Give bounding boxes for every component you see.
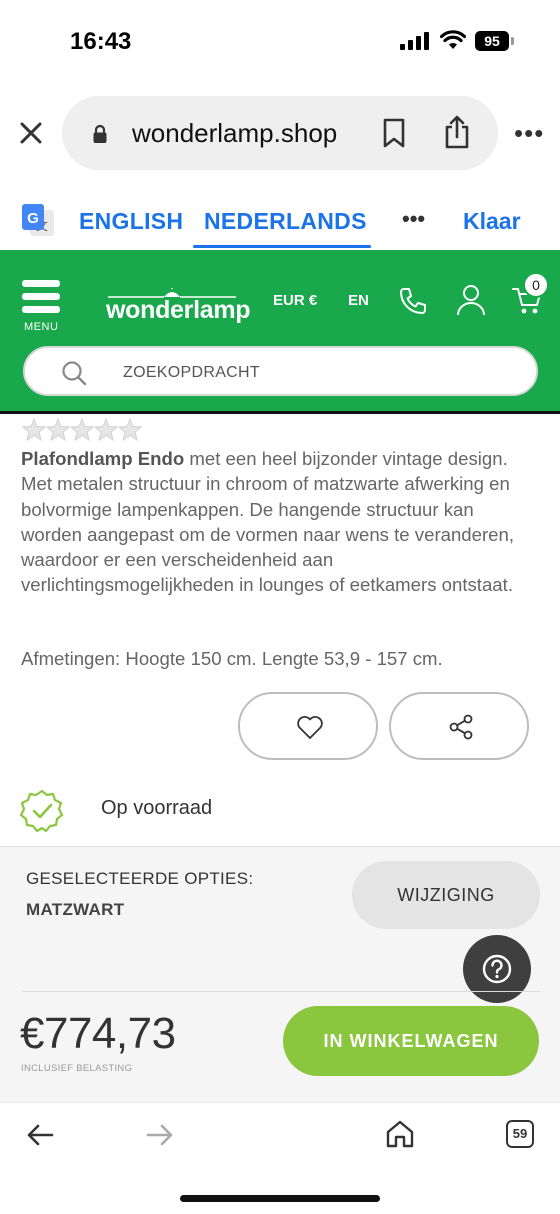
- lock-icon: [93, 124, 107, 143]
- menu-icon: [22, 280, 60, 287]
- user-icon[interactable]: [456, 284, 486, 316]
- star-icon: [69, 418, 95, 442]
- status-time: 16:43: [70, 28, 132, 55]
- battery-tip: [511, 37, 514, 45]
- product-description-text: met een heel bijzonder vintage design. M…: [21, 448, 515, 596]
- browser-address-bar: wonderlamp.shop •••: [0, 94, 560, 172]
- close-icon[interactable]: [16, 118, 46, 148]
- share-nodes-icon: [449, 714, 473, 740]
- more-icon[interactable]: •••: [514, 118, 544, 149]
- translate-bar: 文 G ENGLISH NEDERLANDS ••• Klaar: [0, 190, 560, 250]
- in-stock-badge-icon: [20, 789, 64, 833]
- product-description: Plafondlamp Endo met een heel bijzonder …: [21, 446, 531, 598]
- menu-label: MENU: [24, 321, 59, 333]
- search-input[interactable]: ZOEKOPDRACHT: [23, 346, 538, 396]
- product-dimensions: Afmetingen: Hoogte 150 cm. Lengte 53,9 -…: [21, 648, 443, 669]
- url-field[interactable]: wonderlamp.shop: [62, 96, 498, 170]
- product-name: Plafondlamp Endo: [21, 448, 185, 469]
- translate-tab-english[interactable]: ENGLISH: [79, 208, 183, 235]
- help-button[interactable]: [463, 935, 531, 1003]
- price-tax-note: INCLUSIEF BELASTING: [21, 1063, 133, 1074]
- star-icon: [45, 418, 71, 442]
- svg-text:G: G: [27, 210, 39, 227]
- google-translate-icon: 文 G: [22, 204, 54, 236]
- selected-option-value: MATZWART: [26, 900, 125, 919]
- search-icon: [62, 361, 87, 386]
- cart-count-badge: 0: [523, 272, 549, 298]
- wifi-icon: [440, 30, 466, 49]
- browser-bottom-bar: 59: [0, 1102, 560, 1214]
- stock-status: Op voorraad: [101, 797, 213, 819]
- selected-language-indicator: [193, 245, 371, 248]
- share-product-button[interactable]: [389, 692, 529, 760]
- translate-more-button[interactable]: •••: [402, 206, 425, 232]
- logo-text: wonderlamp: [106, 296, 251, 324]
- star-icon: [22, 418, 47, 442]
- phone-icon[interactable]: [398, 286, 428, 316]
- wishlist-button[interactable]: [238, 692, 378, 760]
- search-placeholder: ZOEKOPDRACHT: [123, 364, 260, 381]
- home-indicator: [180, 1195, 380, 1202]
- selected-options-label: GESELECTEERDE OPTIES:: [26, 869, 254, 888]
- rating-stars[interactable]: [22, 418, 142, 442]
- url-text: wonderlamp.shop: [132, 118, 338, 148]
- back-arrow-icon[interactable]: [26, 1123, 54, 1147]
- add-to-cart-button[interactable]: IN WINKELWAGEN: [283, 1006, 539, 1076]
- language-selector[interactable]: EN: [348, 292, 369, 309]
- currency-selector[interactable]: EUR €: [273, 292, 317, 309]
- translate-done-button[interactable]: Klaar: [463, 208, 521, 235]
- signal-icon: [400, 32, 429, 50]
- share-icon[interactable]: [442, 114, 472, 150]
- translate-tab-nederlands[interactable]: NEDERLANDS: [204, 208, 367, 235]
- menu-button[interactable]: MENU: [20, 278, 62, 334]
- divider: [22, 991, 540, 992]
- star-icon: [117, 418, 142, 442]
- bookmark-icon[interactable]: [382, 118, 406, 148]
- product-price: €774,73: [20, 1009, 176, 1058]
- question-icon: [482, 954, 512, 984]
- site-header: MENU wonderlamp EUR € EN ZOEKOPDRACHT: [0, 250, 560, 414]
- status-bar: 16:43 95: [0, 0, 560, 84]
- heart-icon: [297, 716, 323, 739]
- selected-options-panel: GESELECTEERDE OPTIES: MATZWART WIJZIGING…: [0, 846, 560, 1102]
- change-options-button[interactable]: WIJZIGING: [352, 861, 540, 929]
- forward-arrow-icon[interactable]: [146, 1123, 174, 1147]
- home-icon[interactable]: [385, 1119, 415, 1149]
- battery-indicator: 95: [475, 31, 509, 51]
- site-logo[interactable]: wonderlamp: [106, 288, 251, 328]
- tabs-count-button[interactable]: 59: [506, 1120, 534, 1148]
- star-icon: [93, 418, 119, 442]
